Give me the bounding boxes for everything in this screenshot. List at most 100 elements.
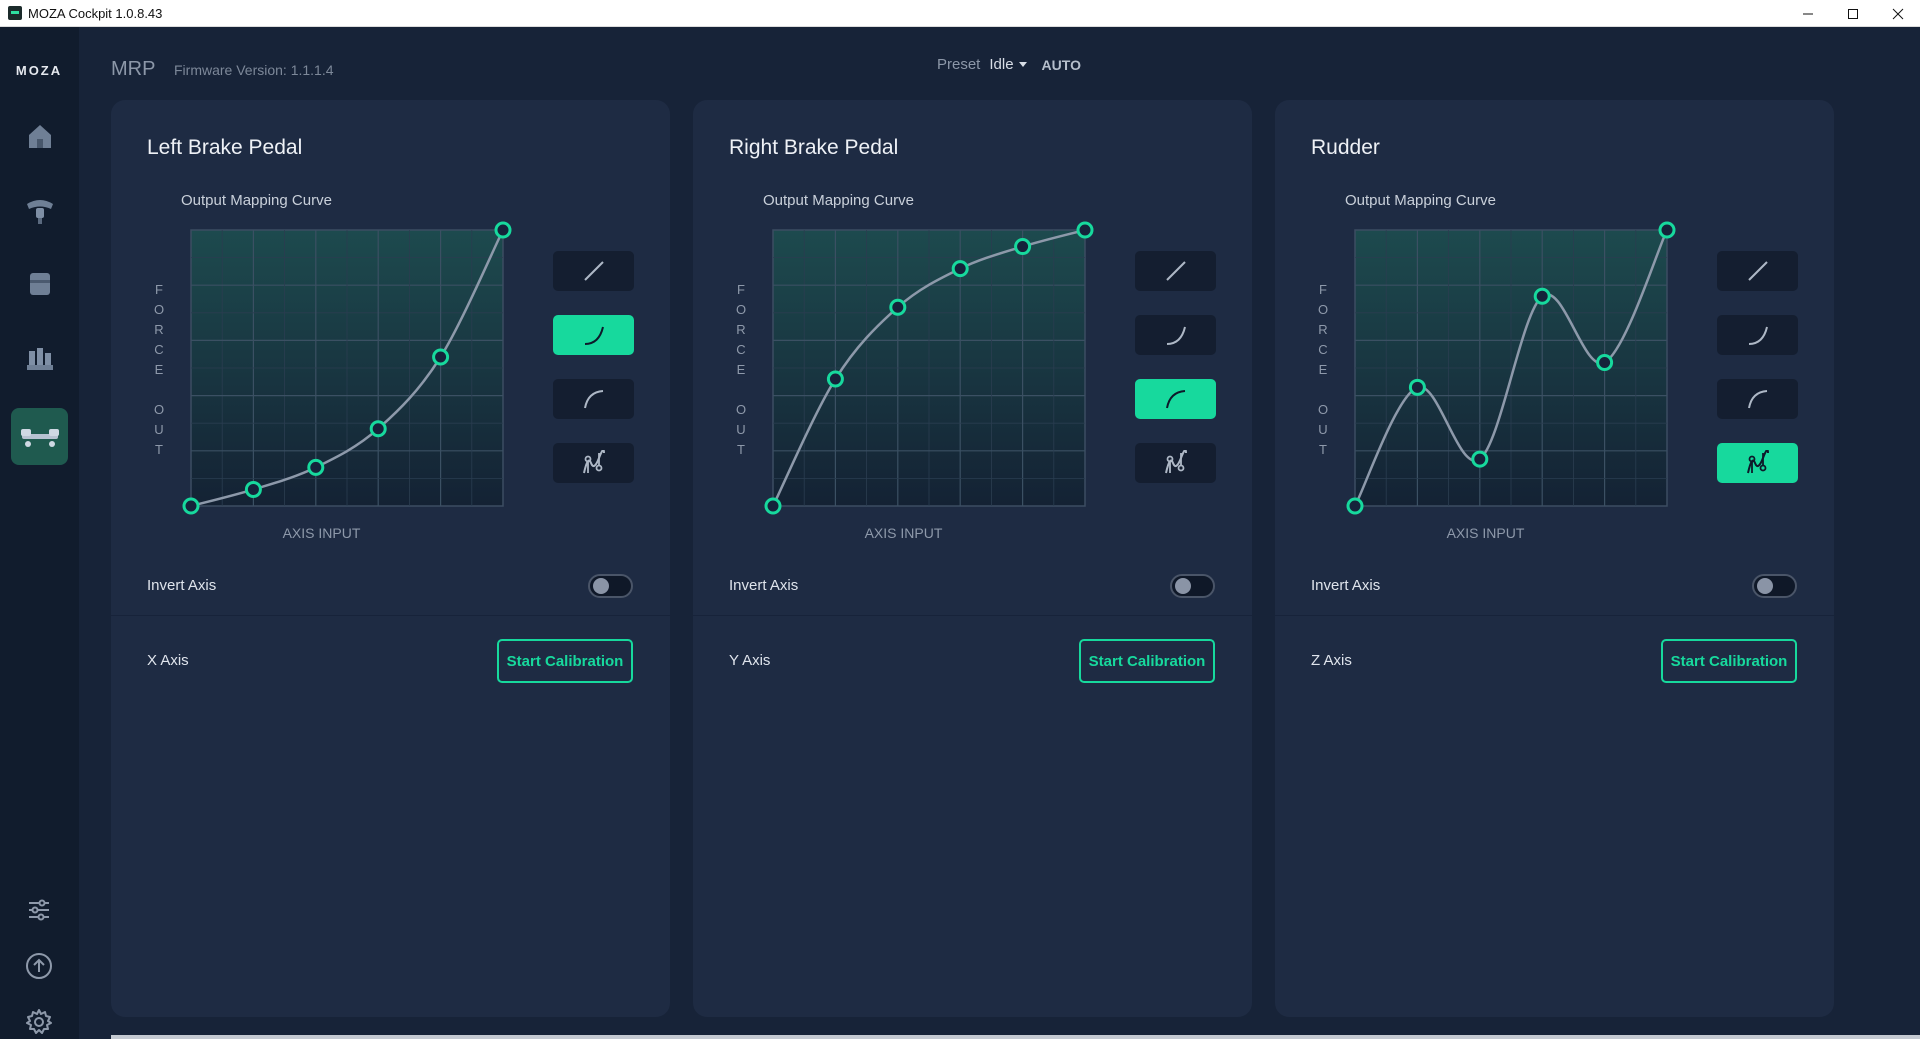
custom-curve-icon xyxy=(1746,450,1769,474)
force-out-spacer xyxy=(735,380,747,400)
custom-curve-button[interactable] xyxy=(553,443,634,483)
toggle-knob xyxy=(593,578,609,594)
custom-curve-button[interactable] xyxy=(1717,443,1798,483)
base-icon xyxy=(29,272,50,295)
settings-sliders-button[interactable] xyxy=(22,893,56,927)
close-icon xyxy=(1892,8,1903,19)
close-button[interactable] xyxy=(1875,0,1920,27)
minimize-button[interactable] xyxy=(1785,0,1830,27)
force-out-letter: F xyxy=(155,282,163,297)
minimize-icon xyxy=(1802,13,1813,14)
start-calibration-button[interactable]: Start Calibration xyxy=(1079,639,1215,683)
custom-curve-button[interactable] xyxy=(1135,443,1216,483)
exponential-curve-icon xyxy=(1748,326,1768,345)
force-out-letter: R xyxy=(736,322,746,337)
curve-control-point-5[interactable] xyxy=(1076,221,1094,239)
logarithmic-curve-icon xyxy=(1747,390,1767,409)
exponential-curve-button[interactable] xyxy=(1135,315,1216,355)
curve-control-point-1[interactable] xyxy=(826,370,844,388)
nav-rudder-pedals[interactable] xyxy=(11,408,68,465)
pedal-panel-2: Rudder Output Mapping Curve FORCEOUT AXI… xyxy=(1275,100,1834,1017)
nav-home[interactable] xyxy=(11,107,68,164)
force-out-letter: C xyxy=(154,342,164,357)
force-out-letter: F xyxy=(1319,282,1327,297)
force-out-spacer xyxy=(1317,380,1329,400)
force-out-letter: U xyxy=(154,422,164,437)
device-name: MRP xyxy=(111,58,156,80)
pedal-panel-0: Left Brake Pedal Output Mapping Curve FO… xyxy=(111,100,670,1017)
curve-control-point-1[interactable] xyxy=(1408,378,1426,396)
invert-axis-toggle[interactable] xyxy=(1170,574,1215,598)
divider xyxy=(693,615,1252,616)
linear-curve-icon xyxy=(1747,261,1768,281)
curve-control-point-4[interactable] xyxy=(1596,353,1614,371)
logarithmic-curve-icon xyxy=(583,390,603,409)
exponential-curve-button[interactable] xyxy=(1717,315,1798,355)
curve-control-point-3[interactable] xyxy=(1533,287,1551,305)
curve-control-point-1[interactable] xyxy=(244,480,262,498)
firmware-upload-button[interactable] xyxy=(22,949,56,983)
force-out-letter: F xyxy=(737,282,745,297)
mapping-curve-graph[interactable] xyxy=(169,218,513,518)
axis-input-label: AXIS INPUT xyxy=(282,525,361,541)
force-out-letter: O xyxy=(153,302,165,317)
logarithmic-curve-button[interactable] xyxy=(1717,379,1798,419)
preset-value[interactable]: Idle xyxy=(989,56,1013,73)
preset-selector[interactable]: Preset Idle AUTO xyxy=(937,56,1081,73)
curve-control-point-2[interactable] xyxy=(307,458,325,476)
force-out-letter: R xyxy=(154,322,164,337)
pedals-icon xyxy=(26,347,53,370)
axis-name: Z Axis xyxy=(1311,652,1352,669)
mapping-curve-graph[interactable] xyxy=(751,218,1095,518)
invert-axis-toggle[interactable] xyxy=(588,574,633,598)
nav-pedals[interactable] xyxy=(11,329,68,386)
nav-base[interactable] xyxy=(11,255,68,312)
linear-curve-button[interactable] xyxy=(553,251,634,291)
curve-control-point-4[interactable] xyxy=(432,348,450,366)
custom-curve-icon xyxy=(1164,450,1187,474)
logarithmic-curve-icon xyxy=(1165,390,1185,409)
linear-curve-button[interactable] xyxy=(1135,251,1216,291)
linear-curve-button[interactable] xyxy=(1717,251,1798,291)
settings-button[interactable] xyxy=(22,1005,56,1039)
logarithmic-curve-button[interactable] xyxy=(1135,379,1216,419)
curve-control-point-3[interactable] xyxy=(369,420,387,438)
divider xyxy=(1275,615,1834,616)
curve-control-point-2[interactable] xyxy=(1471,450,1489,468)
curve-control-point-3[interactable] xyxy=(951,260,969,278)
scrollbar[interactable] xyxy=(111,1035,1920,1039)
linear-curve-icon xyxy=(1165,261,1186,281)
curve-label: Output Mapping Curve xyxy=(763,192,914,209)
curve-control-point-0[interactable] xyxy=(182,497,200,515)
mapping-curve-graph[interactable] xyxy=(1333,218,1677,518)
invert-axis-toggle[interactable] xyxy=(1752,574,1797,598)
force-out-label: FORCEOUT xyxy=(1317,280,1329,460)
maximize-button[interactable] xyxy=(1830,0,1875,27)
logarithmic-curve-button[interactable] xyxy=(553,379,634,419)
force-out-spacer xyxy=(153,380,165,400)
axis-input-label: AXIS INPUT xyxy=(1446,525,1525,541)
curve-control-point-4[interactable] xyxy=(1014,238,1032,256)
force-out-letter: T xyxy=(155,442,163,457)
curve-control-point-0[interactable] xyxy=(764,497,782,515)
preset-label: Preset xyxy=(937,56,981,73)
force-out-letter: O xyxy=(1317,402,1329,417)
auto-button[interactable]: AUTO xyxy=(1042,57,1081,73)
start-calibration-button[interactable]: Start Calibration xyxy=(1661,639,1797,683)
exponential-curve-button[interactable] xyxy=(553,315,634,355)
axis-name: X Axis xyxy=(147,652,189,669)
force-out-letter: E xyxy=(154,362,164,377)
window-controls xyxy=(1785,0,1920,27)
curve-control-point-5[interactable] xyxy=(1658,221,1676,239)
curve-control-point-2[interactable] xyxy=(889,298,907,316)
force-out-letter: C xyxy=(1318,342,1328,357)
chevron-down-icon[interactable] xyxy=(1018,62,1027,67)
pedal-panel-1: Right Brake Pedal Output Mapping Curve F… xyxy=(693,100,1252,1017)
start-calibration-button[interactable]: Start Calibration xyxy=(497,639,633,683)
custom-curve-icon xyxy=(582,450,605,474)
nav-wheel[interactable] xyxy=(11,181,68,238)
curve-label: Output Mapping Curve xyxy=(181,192,332,209)
toggle-knob xyxy=(1757,578,1773,594)
curve-control-point-0[interactable] xyxy=(1346,497,1364,515)
curve-control-point-5[interactable] xyxy=(494,221,512,239)
